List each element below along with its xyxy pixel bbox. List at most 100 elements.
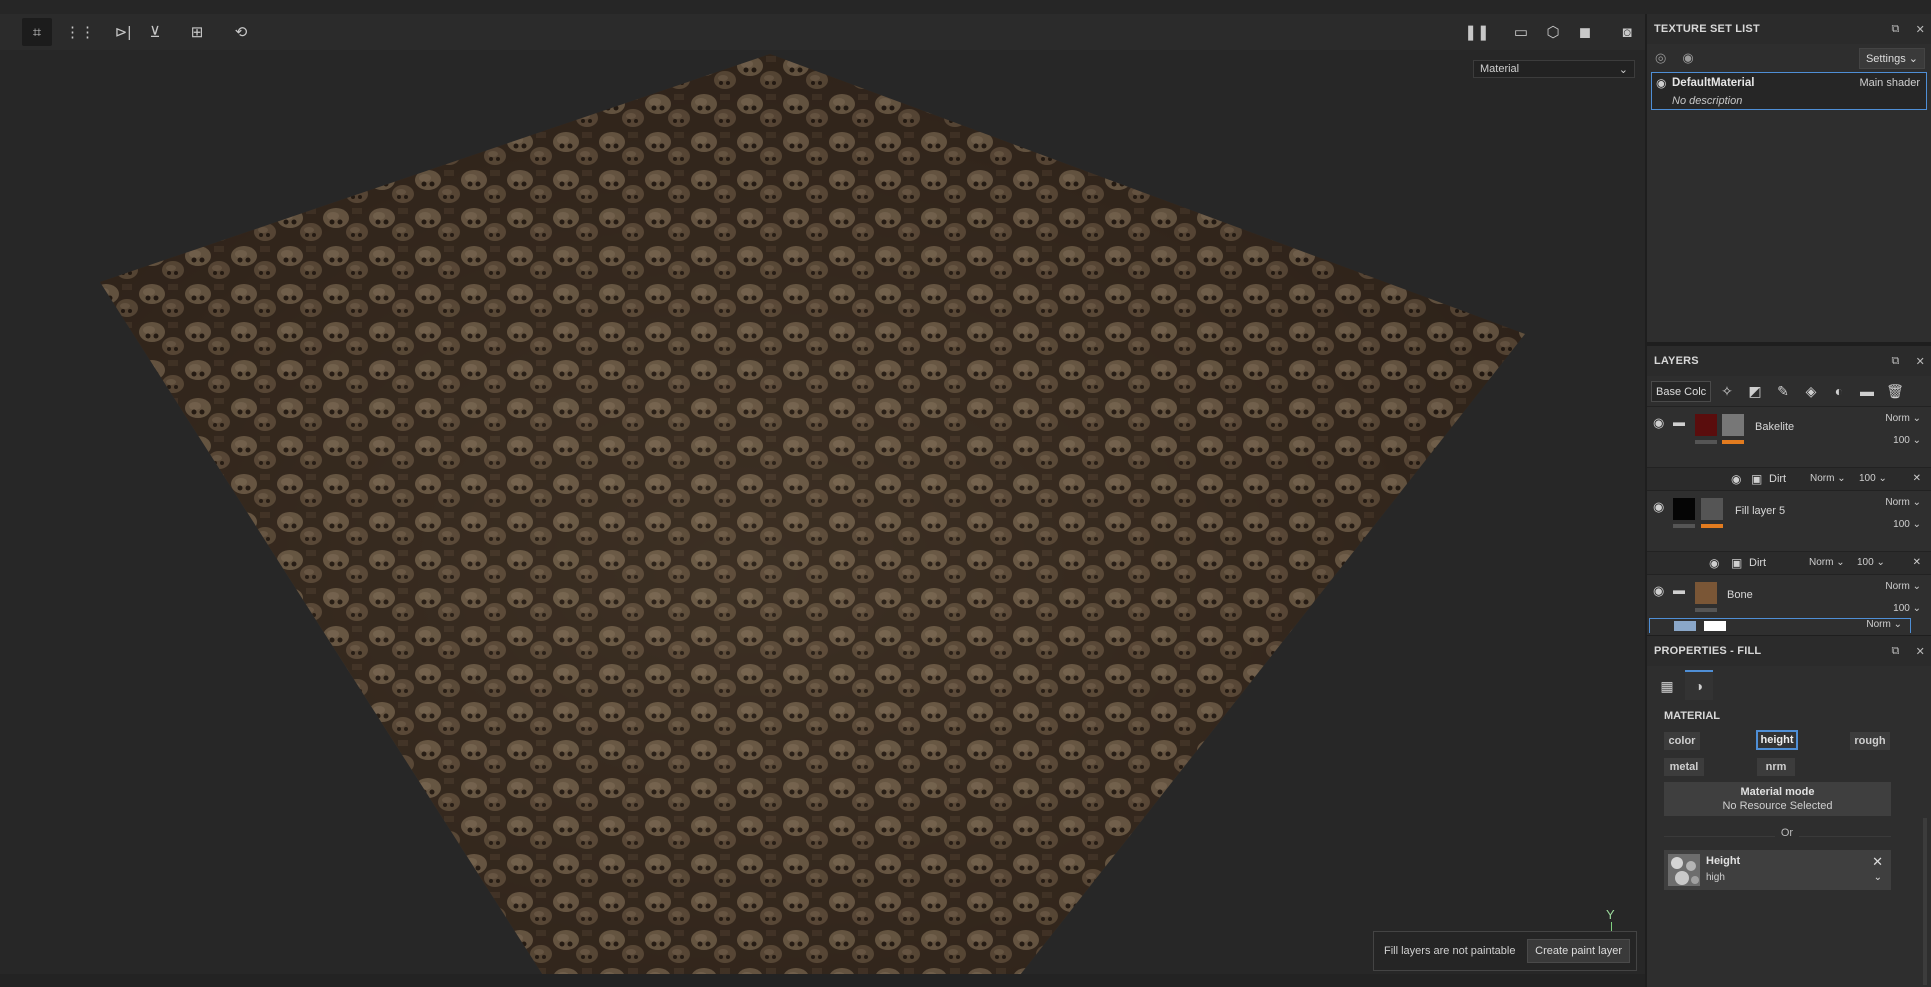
layer-row-fill-layer-5[interactable]: ◉ Fill layer 5 Norm ⌄ 100 ⌄ <box>1647 490 1931 551</box>
material-mode-slot[interactable]: Material mode No Resource Selected <box>1664 782 1891 816</box>
panel-title: PROPERTIES - FILL <box>1654 645 1762 657</box>
layer-bar-orange <box>1701 524 1723 528</box>
float-panel-icon[interactable]: ⧉ <box>1892 645 1900 658</box>
channel-value: Base Colc <box>1656 385 1707 398</box>
layer-name: Dirt <box>1769 473 1787 485</box>
close-icon[interactable]: ✕ <box>1913 473 1921 484</box>
scrollbar[interactable] <box>1923 818 1927 985</box>
viewport-toolbar: ⌗ ⋮⋮ ⊳| ⊻ ⊞ ⟲ ❚❚ ▭ ⬡ ◼ ◙ <box>0 14 1645 50</box>
opacity-value[interactable]: 100 ⌄ <box>1893 603 1921 614</box>
eye-icon[interactable]: ◉ <box>1653 415 1664 431</box>
blend-mode-select[interactable]: Norm ⌄ <box>1866 619 1902 630</box>
trash-icon[interactable]: 🗑 <box>1883 383 1907 400</box>
notification-toast: Fill layers are not paintable Create pai… <box>1373 931 1637 971</box>
texture-set-list-header: TEXTURE SET LIST ⧉ ✕ <box>1647 14 1931 44</box>
pause-icon[interactable]: ❚❚ <box>1462 18 1492 46</box>
properties-panel: PROPERTIES - FILL ⧉ ✕ ▦ ◑ MATERIAL color… <box>1647 636 1931 987</box>
float-panel-icon[interactable]: ⧉ <box>1892 23 1900 36</box>
opacity-value[interactable]: 100 ⌄ <box>1857 557 1885 568</box>
close-icon[interactable]: ✕ <box>1872 854 1883 870</box>
mask-icon: ▣ <box>1751 472 1763 486</box>
camera-2d-icon[interactable]: ▭ <box>1506 18 1536 46</box>
hide-icon[interactable]: ◎ <box>1655 50 1666 66</box>
or-separator: Or <box>1647 827 1927 839</box>
layer-mask-thumbnail <box>1704 621 1726 631</box>
shader-name[interactable]: Main shader <box>1859 77 1920 89</box>
eye-icon[interactable]: ◉ <box>1656 76 1666 90</box>
texture-set-item[interactable]: ◉ DefaultMaterial Main shader No descrip… <box>1651 72 1927 110</box>
layer-mask-thumbnail <box>1701 498 1723 520</box>
eye-icon[interactable]: ◉ <box>1731 472 1741 486</box>
display-mode-select[interactable]: Material ⌄ <box>1473 60 1635 78</box>
grid-icon[interactable]: ⋮⋮ <box>65 18 95 46</box>
close-icon[interactable]: ✕ <box>1916 355 1925 368</box>
layer-row-bakelite[interactable]: ◉ ▬ Bakelite Norm ⌄ 100 ⌄ <box>1647 406 1931 467</box>
opacity-value[interactable]: 100 ⌄ <box>1893 435 1921 446</box>
eye-icon[interactable]: ◉ <box>1653 583 1664 599</box>
material-tab-icon[interactable]: ◑ <box>1685 670 1713 700</box>
opacity-value[interactable]: 100 ⌄ <box>1859 473 1887 484</box>
mirror-y-icon[interactable]: ⊻ <box>140 18 170 46</box>
layer-row-dirt[interactable]: ◉ ▣ Dirt Norm ⌄ 100 ⌄ ✕ <box>1647 551 1931 574</box>
layer-color-thumbnail <box>1695 582 1717 604</box>
blend-mode-value: Norm <box>1885 413 1910 424</box>
eye-icon[interactable]: ◉ <box>1709 556 1719 570</box>
video-camera-icon[interactable]: ◼ <box>1570 18 1600 46</box>
blend-mode-select[interactable]: Norm ⌄ <box>1885 497 1921 508</box>
blend-mode-value: Norm <box>1866 619 1891 630</box>
add-icon[interactable]: ⊞ <box>182 18 212 46</box>
create-paint-layer-button[interactable]: Create paint layer <box>1527 939 1630 963</box>
blend-mode-select[interactable]: Norm ⌄ <box>1885 581 1921 592</box>
mirror-x-icon[interactable]: ⊳| <box>108 18 138 46</box>
selected-layer-row[interactable]: Norm ⌄ <box>1649 618 1911 633</box>
close-icon[interactable]: ✕ <box>1916 23 1925 36</box>
opacity-value[interactable]: 100 ⌄ <box>1893 519 1921 530</box>
display-mode-value: Material <box>1480 63 1520 75</box>
resource-value: high <box>1706 872 1725 883</box>
channel-chip-metal[interactable]: metal <box>1664 758 1704 776</box>
blend-mode-select[interactable]: Norm ⌄ <box>1810 473 1846 484</box>
paint-brush-icon[interactable]: ✎ <box>1771 383 1795 400</box>
opacity-number: 100 <box>1893 519 1910 530</box>
close-icon[interactable]: ✕ <box>1916 645 1925 658</box>
channel-select[interactable]: Base Colc ⌄ <box>1651 380 1711 402</box>
3d-viewport[interactable]: ⌗ ⋮⋮ ⊳| ⊻ ⊞ ⟲ ❚❚ ▭ ⬡ ◼ ◙ Material ⌄ Y Fi… <box>0 14 1645 974</box>
layer-bar-orange <box>1722 440 1744 444</box>
blend-mode-select[interactable]: Norm ⌄ <box>1885 413 1921 424</box>
axis-y-label: Y <box>1606 907 1615 922</box>
mask-icon[interactable]: ◩ <box>1743 383 1767 400</box>
selection-icon[interactable]: ⌗ <box>22 18 52 46</box>
opacity-number: 100 <box>1893 603 1910 614</box>
channel-chip-color[interactable]: color <box>1664 732 1700 750</box>
channel-chip-rough[interactable]: rough <box>1850 732 1890 750</box>
close-icon[interactable]: ✕ <box>1913 557 1921 568</box>
status-bar <box>0 974 1645 987</box>
properties-tabs: ▦ ◑ <box>1647 666 1931 700</box>
folder-icon[interactable]: ▬ <box>1855 383 1879 399</box>
layer-bar <box>1695 608 1717 612</box>
fill-bucket-icon[interactable]: ◈ <box>1799 383 1823 400</box>
fill-settings-icon[interactable]: ▦ <box>1653 672 1681 700</box>
channel-chip-nrm[interactable]: nrm <box>1757 758 1795 776</box>
layer-color-thumbnail <box>1673 498 1695 520</box>
chevron-down-icon[interactable]: ⌄ <box>1874 872 1882 883</box>
texture-set-description: No description <box>1672 95 1743 107</box>
smart-material-icon[interactable]: ◐ <box>1827 383 1851 399</box>
or-label: Or <box>1774 827 1800 839</box>
cube-icon[interactable]: ⬡ <box>1538 18 1568 46</box>
height-map-thumbnail <box>1668 854 1700 886</box>
float-panel-icon[interactable]: ⧉ <box>1892 355 1900 368</box>
height-resource-slot[interactable]: Height high ✕ ⌄ <box>1664 850 1891 890</box>
history-icon[interactable]: ⟲ <box>226 18 256 46</box>
settings-dropdown[interactable]: Settings ⌄ <box>1858 47 1925 69</box>
eye-icon[interactable]: ◉ <box>1653 499 1664 515</box>
blend-mode-select[interactable]: Norm ⌄ <box>1809 557 1845 568</box>
magic-wand-icon[interactable]: ✧ <box>1715 383 1739 400</box>
eye-icon[interactable]: ◉ <box>1682 50 1693 66</box>
blend-mode-value: Norm <box>1810 473 1835 484</box>
layer-name: Bone <box>1727 589 1753 601</box>
screenshot-icon[interactable]: ◙ <box>1612 18 1642 46</box>
chevron-down-icon: ⌄ <box>1618 63 1628 76</box>
layer-row-dirt[interactable]: ◉ ▣ Dirt Norm ⌄ 100 ⌄ ✕ <box>1647 467 1931 490</box>
channel-chip-height[interactable]: height <box>1756 730 1798 750</box>
